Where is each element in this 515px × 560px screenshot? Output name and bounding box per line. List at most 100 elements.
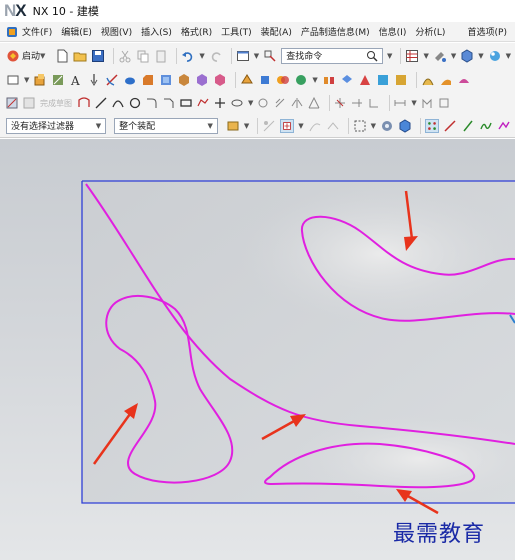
view-cube-icon[interactable] <box>398 118 412 133</box>
curve-snap-icon[interactable] <box>479 119 493 133</box>
ellipse-dropdown-icon[interactable]: ▼ <box>248 99 253 107</box>
thicken-icon[interactable] <box>340 73 354 87</box>
unite-icon[interactable] <box>240 73 254 87</box>
sketch-text-icon[interactable]: A <box>69 73 83 87</box>
table-dropdown-icon[interactable]: ▼ <box>423 52 428 60</box>
type-filter-select[interactable]: 没有选择过滤器 ▼ <box>6 117 107 134</box>
chamfer-icon[interactable] <box>141 73 155 87</box>
snap-grid-icon[interactable] <box>425 118 439 133</box>
ellipse-icon[interactable] <box>231 97 243 109</box>
make-corner-icon[interactable] <box>368 97 380 109</box>
snap-dropdown-icon[interactable]: ▼ <box>298 122 303 130</box>
fillet-icon[interactable] <box>146 97 158 109</box>
polygon-icon[interactable] <box>197 97 209 109</box>
menu-insert[interactable]: 插入(S) <box>141 25 172 38</box>
pattern-dropdown-icon[interactable]: ▼ <box>312 76 317 84</box>
menu-format[interactable]: 格式(R) <box>181 25 212 38</box>
offset-curve-icon[interactable] <box>257 97 269 109</box>
quick-trim-icon[interactable] <box>334 97 346 109</box>
block-dropdown-icon[interactable]: ▼ <box>24 76 29 84</box>
line-snap-icon[interactable] <box>443 119 457 133</box>
point-icon[interactable] <box>214 97 226 109</box>
arc-icon[interactable] <box>112 97 124 109</box>
subtract-icon[interactable] <box>258 73 272 87</box>
spline-snap-icon[interactable] <box>497 119 511 133</box>
menu-file[interactable]: 文件(F) <box>22 25 52 38</box>
select-curve-icon[interactable] <box>262 119 276 133</box>
dimension-icon[interactable] <box>394 97 406 109</box>
undo-dropdown-icon[interactable]: ▼ <box>199 52 204 60</box>
selection-scope-select[interactable]: 整个装配 ▼ <box>114 117 218 134</box>
curve-rule-icon[interactable] <box>308 119 322 133</box>
save-icon[interactable] <box>91 49 105 63</box>
mirror-curve-icon[interactable] <box>291 97 303 109</box>
touch-mode-icon[interactable] <box>263 49 277 63</box>
assembly-navigator-icon[interactable] <box>226 119 240 133</box>
circle-icon[interactable] <box>129 97 141 109</box>
through-curves-icon[interactable] <box>421 73 435 87</box>
paint-icon[interactable] <box>433 49 447 63</box>
mirror-icon[interactable] <box>322 73 336 87</box>
menu-preferences[interactable]: 首选项(P) <box>468 25 507 38</box>
constraint-icon[interactable] <box>421 97 433 109</box>
menu-information[interactable]: 信息(I) <box>379 25 407 38</box>
cut-icon[interactable] <box>118 49 132 63</box>
extrude-icon[interactable] <box>33 73 47 87</box>
face-rule-icon[interactable] <box>326 119 340 133</box>
finish-sketch-icon[interactable] <box>23 97 35 109</box>
dimension-dropdown-icon[interactable]: ▼ <box>411 99 416 107</box>
menu-view[interactable]: 视图(V) <box>101 25 132 38</box>
menu-assembly[interactable]: 装配(A) <box>261 25 292 38</box>
new-file-icon[interactable] <box>55 49 69 63</box>
sew-icon[interactable] <box>358 73 372 87</box>
hole-icon[interactable] <box>87 73 101 87</box>
paste-icon[interactable] <box>154 49 168 63</box>
window-icon[interactable] <box>236 49 250 63</box>
relations-icon[interactable] <box>438 97 450 109</box>
gear-part-icon[interactable] <box>380 119 394 133</box>
finish-sketch-label[interactable]: 完成草图 <box>40 98 72 109</box>
open-folder-icon[interactable] <box>73 49 87 63</box>
menu-edit[interactable]: 编辑(E) <box>61 25 92 38</box>
render-icon[interactable] <box>488 49 502 63</box>
selection-box-dropdown-icon[interactable]: ▼ <box>371 122 376 130</box>
redo-icon[interactable] <box>209 49 223 63</box>
chamfer-sketch-icon[interactable] <box>163 97 175 109</box>
menu-analysis[interactable]: 分析(L) <box>415 25 445 38</box>
snap-point-icon[interactable] <box>280 118 295 133</box>
quick-extend-icon[interactable] <box>351 97 363 109</box>
search-dropdown-icon[interactable]: ▼ <box>387 52 392 60</box>
assembly-dropdown-icon[interactable]: ▼ <box>244 122 249 130</box>
render-dropdown-icon[interactable]: ▼ <box>506 52 511 60</box>
block-icon[interactable] <box>6 73 20 87</box>
pattern-icon[interactable] <box>294 73 308 87</box>
undo-icon[interactable] <box>181 49 195 63</box>
sketch-icon[interactable] <box>6 97 18 109</box>
project-curve-icon[interactable] <box>308 97 320 109</box>
patch-icon[interactable] <box>376 73 390 87</box>
surface-icon[interactable] <box>457 73 471 87</box>
line-icon[interactable] <box>95 97 107 109</box>
selection-box-icon[interactable] <box>353 119 367 133</box>
cube-icon[interactable] <box>460 48 474 63</box>
window-dropdown-icon[interactable]: ▼ <box>254 52 259 60</box>
graphics-window[interactable]: 最需教育 <box>0 139 515 560</box>
command-search-input[interactable]: 查找命令 <box>281 47 384 64</box>
copy-icon[interactable] <box>136 49 150 63</box>
profile-icon[interactable] <box>78 97 90 109</box>
intersect-icon[interactable] <box>276 73 290 87</box>
studio-surface-icon[interactable] <box>439 73 453 87</box>
model-canvas[interactable] <box>0 139 515 560</box>
offset-face-icon[interactable] <box>177 73 191 87</box>
menu-pmi[interactable]: 产品制造信息(M) <box>301 25 370 38</box>
pattern-curve-icon[interactable] <box>274 97 286 109</box>
start-button[interactable]: 启动 ▼ <box>6 49 49 63</box>
menu-tools[interactable]: 工具(T) <box>221 25 252 38</box>
rectangle-icon[interactable] <box>180 97 192 109</box>
app-menu-icon[interactable] <box>6 26 18 38</box>
revolve-icon[interactable] <box>51 73 65 87</box>
cube-dropdown-icon[interactable]: ▼ <box>478 52 483 60</box>
sweep-icon[interactable] <box>394 73 408 87</box>
paint-dropdown-icon[interactable]: ▼ <box>451 52 456 60</box>
edge-blend-icon[interactable] <box>105 73 119 87</box>
